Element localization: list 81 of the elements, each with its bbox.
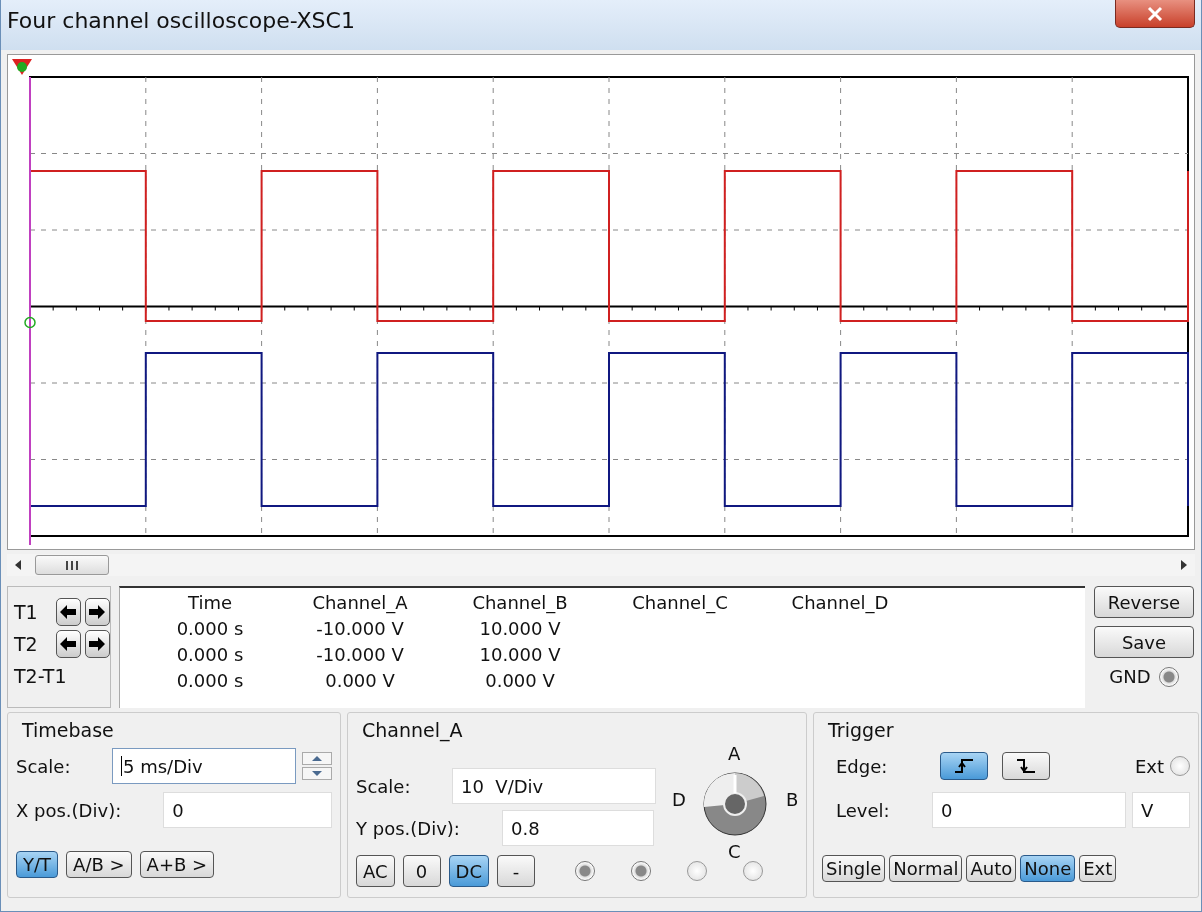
column-header: Channel_B	[471, 592, 569, 615]
left-arrow-icon	[59, 636, 78, 652]
mode-button[interactable]: Y/T	[16, 851, 59, 878]
column-header: Time	[186, 592, 234, 615]
cursor-left-button[interactable]	[55, 598, 81, 626]
scale-field[interactable]: 5 ms/Div	[112, 748, 296, 784]
gnd-label: GND	[1109, 666, 1151, 687]
knob-label: B	[786, 789, 799, 810]
rising-edge-icon	[953, 758, 975, 774]
field-label: X pos.(Div):	[16, 799, 122, 821]
window-title: Four channel oscilloscope-XSC1	[7, 8, 356, 33]
trigger-mode-button[interactable]: Normal	[889, 855, 963, 882]
right-arrow-icon[interactable]	[1179, 559, 1189, 571]
column-header: Channel_C	[631, 592, 729, 615]
left-arrow-icon[interactable]	[13, 559, 23, 571]
column-header: Channel_D	[790, 592, 890, 615]
table-cell: -10.000 V	[316, 618, 404, 639]
knob-label: D	[672, 789, 686, 810]
mode-button[interactable]: A+B >	[139, 851, 215, 878]
scale-field[interactable]: 10 V/Div	[452, 768, 656, 804]
table-cell: 0.000 s	[176, 670, 244, 691]
channel-selector-knob[interactable]	[702, 771, 768, 837]
table-cell: 0.000 s	[176, 618, 244, 639]
trigger-mode-button[interactable]: Auto	[966, 855, 1017, 882]
table-cell: 10.000 V	[479, 644, 561, 665]
level-field[interactable]: 0	[932, 792, 1126, 828]
y-position-field[interactable]: 0.8	[502, 810, 654, 846]
table-cell: -10.000 V	[316, 644, 404, 665]
right-arrow-icon	[88, 604, 107, 620]
table-cell: 0.000 s	[176, 644, 244, 665]
falling-edge-icon	[1015, 758, 1037, 774]
cursor-right-button[interactable]	[84, 630, 110, 658]
close-icon	[1145, 5, 1165, 22]
ground-marker-icon	[24, 316, 36, 329]
edge-button[interactable]	[1002, 752, 1050, 780]
save-button[interactable]: Save	[1094, 626, 1194, 658]
group-title: Trigger	[828, 719, 895, 741]
field-label: Scale:	[16, 755, 72, 777]
left-arrow-icon	[59, 604, 78, 620]
right-arrow-icon	[88, 636, 107, 652]
table-cell: 0.000 V	[485, 670, 555, 691]
coupling-button[interactable]: AC	[356, 855, 395, 887]
scrollbar[interactable]	[7, 554, 1195, 576]
column-header: Channel_A	[311, 592, 409, 615]
field-label: Scale:	[356, 775, 412, 797]
radio-button[interactable]	[743, 861, 763, 881]
trigger-mode-button[interactable]: Single	[822, 855, 886, 882]
trigger-mode-button[interactable]: None	[1020, 855, 1076, 882]
ext-label: Ext	[1134, 755, 1164, 777]
cursor-right-button[interactable]	[84, 598, 110, 626]
radio-button[interactable]	[631, 861, 651, 881]
knob-label: A	[728, 743, 741, 764]
ext-radio[interactable]	[1170, 756, 1190, 776]
scroll-thumb[interactable]	[35, 555, 109, 575]
radio-button[interactable]	[687, 861, 707, 881]
cursor-label: T2-T1	[14, 665, 68, 687]
trigger-mode-button[interactable]: Ext	[1079, 855, 1117, 882]
cursor-label: T1	[14, 601, 39, 623]
table-cell: 0.000 V	[325, 670, 395, 691]
cursor-left-button[interactable]	[55, 630, 81, 658]
radio-button[interactable]	[575, 861, 595, 881]
field-label: Y pos.(Div):	[356, 817, 461, 839]
group-title: Timebase	[22, 719, 115, 741]
reverse-button[interactable]: Reverse	[1094, 586, 1194, 618]
knob-label: C	[728, 841, 741, 862]
spin-buttons[interactable]	[302, 752, 332, 780]
mode-button[interactable]: A/B >	[66, 851, 132, 878]
coupling-button[interactable]: 0	[402, 855, 441, 887]
trigger-marker-icon	[12, 59, 32, 75]
coupling-button[interactable]: DC	[448, 855, 489, 887]
unit-field[interactable]: V	[1132, 792, 1190, 828]
group-title: Channel_A	[362, 719, 464, 741]
field-label: Level:	[836, 799, 891, 821]
coupling-button[interactable]: -	[497, 855, 535, 887]
field-label: Edge:	[836, 755, 889, 777]
table-cell: 10.000 V	[479, 618, 561, 639]
close-button[interactable]	[1115, 0, 1195, 28]
edge-button[interactable]	[940, 752, 988, 780]
gnd-terminal[interactable]	[1158, 666, 1179, 687]
cursor-label: T2	[14, 633, 39, 655]
x-position-field[interactable]: 0	[163, 792, 332, 828]
